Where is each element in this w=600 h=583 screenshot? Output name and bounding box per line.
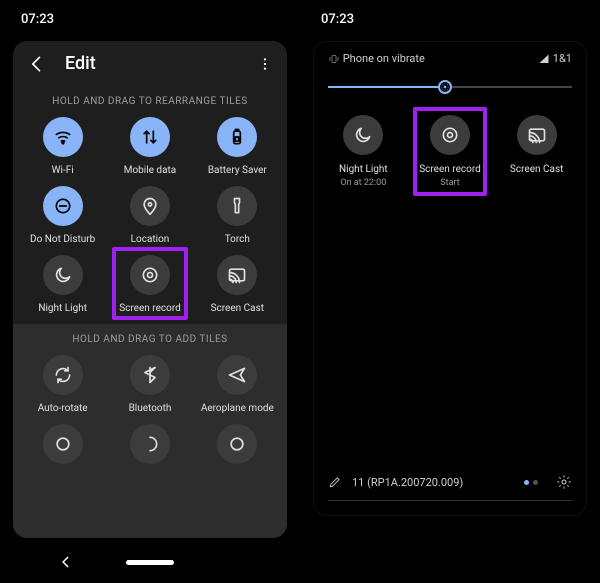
add-tiles-grid: Auto-rotate Bluetooth Aeroplane mode (13, 351, 287, 424)
brightness-icon (441, 83, 449, 91)
tile-screen-record[interactable]: Screen record (106, 255, 193, 314)
overflow-menu-icon[interactable] (257, 56, 273, 72)
tile-label: Screen Cast (211, 303, 264, 314)
tile-extra[interactable] (106, 424, 193, 464)
tile-extra[interactable] (194, 424, 281, 464)
navigation-bar (5, 546, 295, 578)
dnd-icon (43, 186, 83, 226)
tile-label: Torch (225, 234, 250, 245)
tile-screen-record[interactable]: Screen recordStart (407, 115, 494, 190)
tile-sublabel: On at 22:00 (340, 178, 386, 188)
cast-icon (217, 255, 257, 295)
swap-icon (130, 117, 170, 157)
tile-screen-cast[interactable]: Screen Cast (493, 115, 580, 190)
page-title: Edit (65, 53, 257, 74)
tile-mobile-data[interactable]: Mobile data (106, 117, 193, 176)
active-tiles-grid: Wi-Fi Mobile data Battery Saver Do Not Dist… (13, 113, 287, 324)
wifi-icon (43, 117, 83, 157)
qs-footer: 11 (RP1A.200720.009) (314, 464, 586, 515)
status-bar: 07:23 (305, 5, 595, 33)
tile-bluetooth[interactable]: Bluetooth (106, 355, 193, 414)
tile-label: Screen recordStart (419, 163, 481, 190)
rotate-icon (43, 355, 83, 395)
brightness-slider[interactable] (328, 77, 572, 97)
edit-header: Edit (13, 41, 287, 86)
build-label: 11 (RP1A.200720.009) (352, 476, 463, 489)
nav-back-icon[interactable] (59, 555, 73, 569)
moon-icon (343, 115, 383, 155)
divider (328, 500, 572, 501)
background-blur (305, 524, 595, 578)
tile-wifi[interactable]: Wi-Fi (19, 117, 106, 176)
tile-label: Aeroplane mode (201, 403, 274, 414)
tile-label: Mobile data (124, 165, 177, 176)
record-icon (430, 115, 470, 155)
vibrate-label: Phone on vibrate (343, 52, 425, 65)
torch-icon (217, 186, 257, 226)
tile-battery-saver[interactable]: Battery Saver (194, 117, 281, 176)
page-dot (524, 480, 529, 485)
tile-sublabel: Start (440, 178, 459, 188)
add-tiles-section: HOLD AND DRAG TO ADD TILES Auto-rotate Bl… (13, 324, 287, 538)
settings-gear-icon[interactable] (556, 474, 572, 490)
plane-icon (217, 355, 257, 395)
tile-label: Night Light (38, 303, 87, 314)
tile-location[interactable]: Location (106, 186, 193, 245)
edit-pencil-icon[interactable] (328, 475, 342, 489)
tile-label: Screen record (119, 303, 181, 314)
status-time: 07:23 (21, 12, 54, 27)
tile-night-light[interactable]: Night LightOn at 22:00 (320, 115, 407, 190)
tile-dnd[interactable]: Do Not Disturb (19, 186, 106, 245)
qs-edit-panel: Edit HOLD AND DRAG TO REARRANGE TILES Wi… (13, 41, 287, 538)
tile-auto-rotate[interactable]: Auto-rotate (19, 355, 106, 414)
cast-icon (517, 115, 557, 155)
add-tiles-grid-row2 (13, 424, 287, 474)
tile-label: Wi-Fi (52, 165, 74, 176)
page-indicator (524, 480, 538, 485)
back-icon[interactable] (27, 54, 47, 74)
carrier-status: 1&1 (538, 52, 572, 65)
tile-label: Bluetooth (129, 403, 172, 414)
tile-label: Battery Saver (208, 165, 267, 176)
battery-icon (217, 117, 257, 157)
ringer-status: Phone on vibrate (328, 52, 425, 65)
qs-top-row: Phone on vibrate 1&1 (314, 42, 586, 71)
build-row: 11 (RP1A.200720.009) (328, 474, 572, 490)
record-icon (130, 255, 170, 295)
vibrate-icon (328, 53, 340, 65)
signal-icon (538, 53, 550, 65)
tile-label: Auto-rotate (38, 403, 88, 414)
slider-fill (328, 86, 445, 88)
phone-left-edit: 07:23 Edit HOLD AND DRAG TO REARRANGE TI… (5, 5, 295, 578)
pin-icon (130, 186, 170, 226)
moon-icon (43, 255, 83, 295)
tile-label: Do Not Disturb (30, 234, 95, 245)
add-label: HOLD AND DRAG TO ADD TILES (13, 324, 287, 351)
rearrange-label: HOLD AND DRAG TO REARRANGE TILES (13, 86, 287, 113)
tile-night-light[interactable]: Night Light (19, 255, 106, 314)
tile-label: Night LightOn at 22:00 (339, 163, 388, 190)
slider-thumb[interactable] (438, 80, 452, 94)
page-dot (533, 480, 538, 485)
status-time: 07:23 (321, 12, 354, 27)
status-bar: 07:23 (5, 5, 295, 33)
carrier-label: 1&1 (553, 52, 572, 65)
tile-screen-cast[interactable]: Screen Cast (194, 255, 281, 314)
qs-panel: Phone on vibrate 1&1 Night LightOn at 22… (313, 41, 587, 516)
tile-torch[interactable]: Torch (194, 186, 281, 245)
tile-label: Screen Cast (510, 163, 563, 176)
bluetooth-icon (130, 355, 170, 395)
tile-aeroplane[interactable]: Aeroplane mode (194, 355, 281, 414)
phone-right-quicksettings: 07:23 Phone on vibrate 1&1 Night LightOn… (305, 5, 595, 578)
nav-home-pill[interactable] (126, 560, 174, 565)
tile-extra[interactable] (19, 424, 106, 464)
tile-label: Location (131, 234, 170, 245)
qs-tiles-grid: Night LightOn at 22:00 Screen recordStart… (314, 111, 586, 200)
